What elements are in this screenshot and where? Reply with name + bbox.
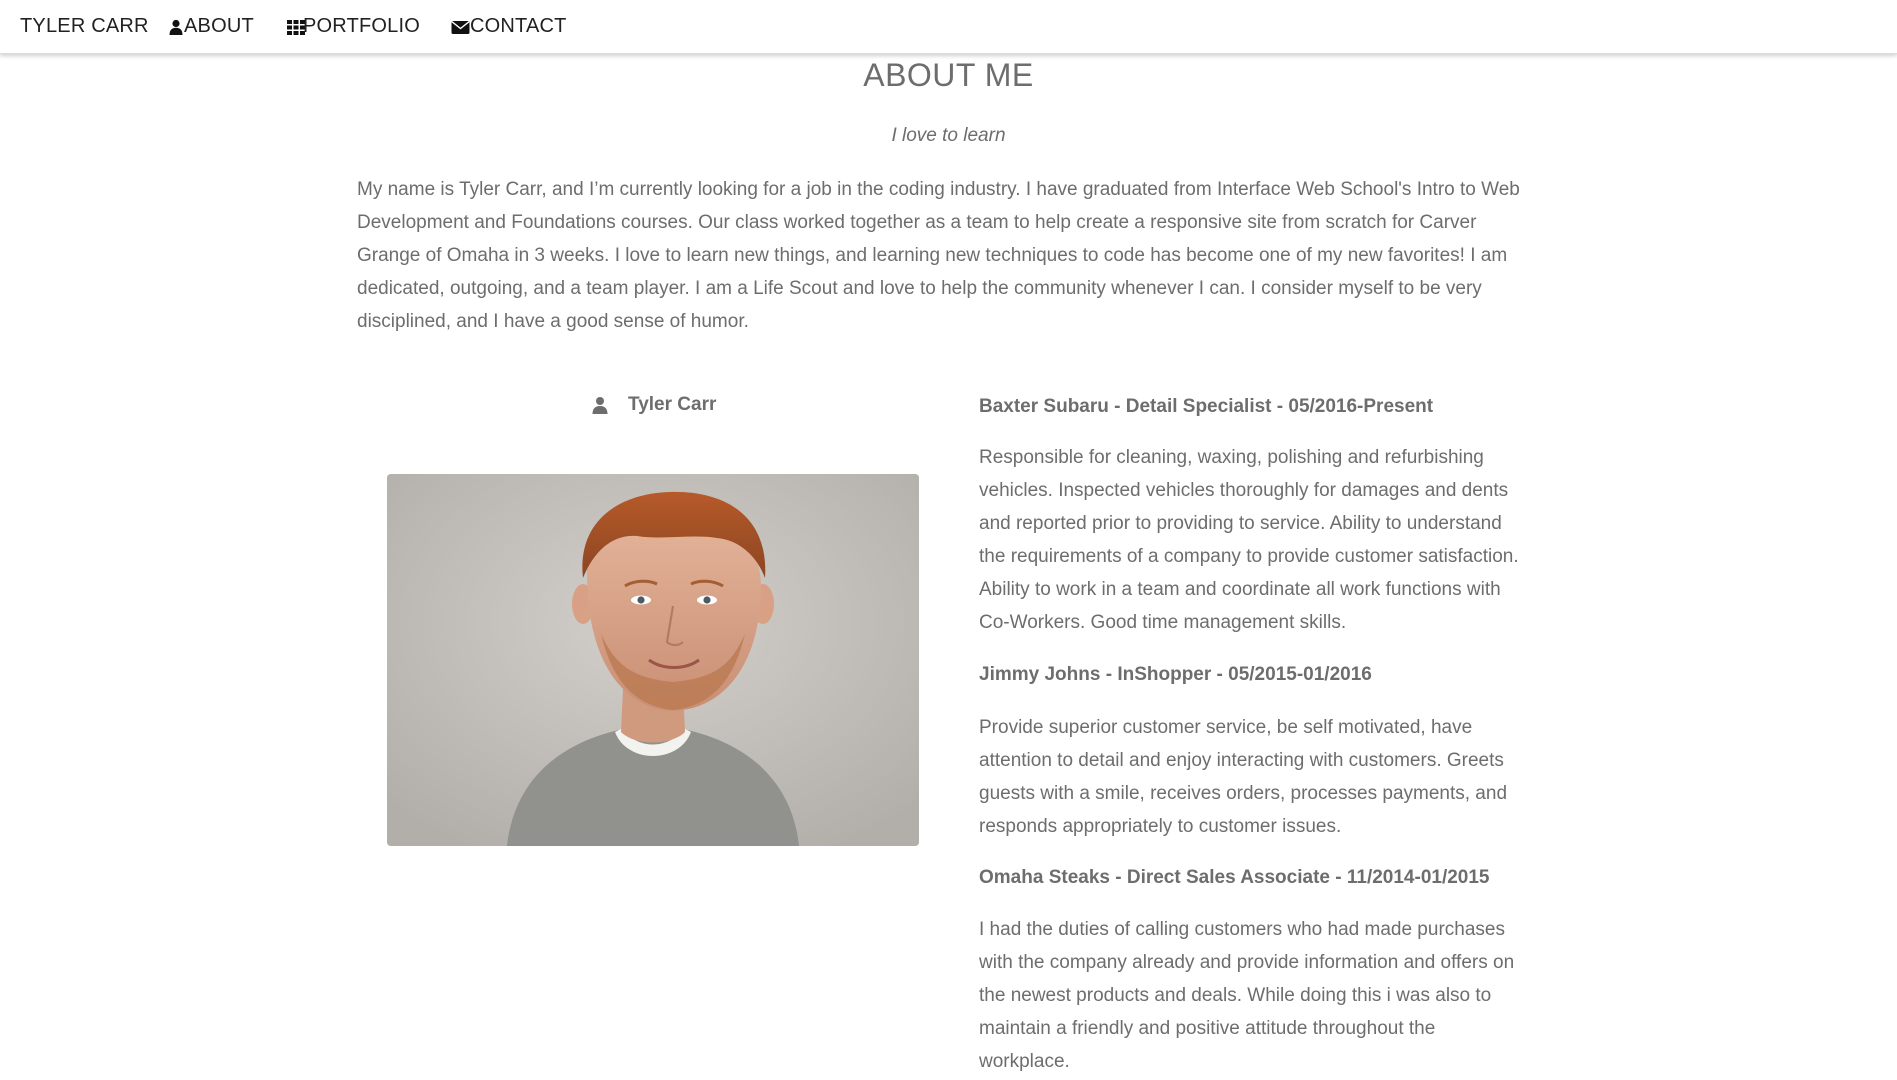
profile-name: Tyler Carr <box>628 394 717 415</box>
nav-item-label: PORTFOLIO <box>303 15 421 37</box>
job-description: Responsible for cleaning, waxing, polish… <box>979 447 1519 633</box>
envelope-icon <box>451 19 470 35</box>
nav-item-label: CONTACT <box>470 15 567 37</box>
nav-item-portfolio[interactable]: PORTFOLIO <box>287 15 420 38</box>
job-title: Baxter Subaru - Detail Specialist - 05/2… <box>979 396 1434 417</box>
grid-icon <box>287 19 305 35</box>
job-description: I had the duties of calling customers wh… <box>979 919 1515 1072</box>
profile-photo <box>387 474 919 846</box>
nav-item-about[interactable]: ABOUT <box>168 15 254 38</box>
page-title: ABOUT ME <box>863 57 1034 93</box>
top-navbar: TYLER CARR ABOUT PORTFOLIO CONTACT <box>0 0 1897 54</box>
job-title: Omaha Steaks - Direct Sales Associate - … <box>979 867 1490 888</box>
nav-item-label: ABOUT <box>184 15 254 37</box>
user-icon <box>592 396 610 414</box>
brand-link[interactable]: TYLER CARR <box>20 15 149 38</box>
profile-name-row: Tyler Carr <box>592 394 716 416</box>
job-title: Jimmy Johns - InShopper - 05/2015-01/201… <box>979 664 1372 685</box>
tagline: I love to learn <box>891 125 1006 146</box>
intro-paragraph: My name is Tyler Carr, and I’m currently… <box>357 179 1520 332</box>
job-description: Provide superior customer service, be se… <box>979 717 1508 837</box>
nav-item-contact[interactable]: CONTACT <box>451 15 567 38</box>
user-icon <box>168 19 184 35</box>
